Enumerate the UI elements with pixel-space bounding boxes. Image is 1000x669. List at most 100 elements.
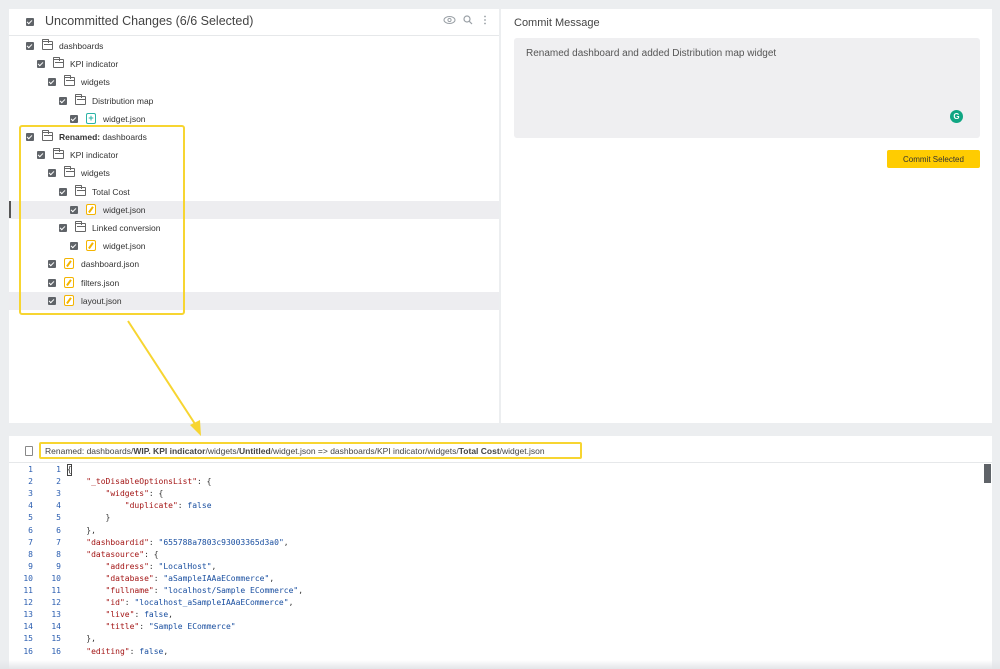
file-path: Renamed: dashboards/WIP. KPI indicator/w… <box>45 446 545 456</box>
bottom-fade <box>0 660 1000 669</box>
code-line: 1 1{ <box>9 464 984 476</box>
tree-row[interactable]: widgets <box>9 73 499 91</box>
tree-row-label: widget.json <box>103 113 146 124</box>
code-line: 6 6 }, <box>9 525 984 537</box>
code-text: "editing": false, <box>86 646 169 656</box>
commit-message-title: Commit Message <box>514 17 600 29</box>
code-text: "dashboardid": "655788a7803c93003365d3a0… <box>86 537 289 547</box>
code-line: 11 11 "fullname": "localhost/Sample EComm… <box>9 585 984 597</box>
code-text: }, <box>67 634 96 644</box>
code-line: 2 2 "_toDisableOptionsList": { <box>9 476 984 488</box>
folder-icon <box>42 39 53 50</box>
folder-icon <box>64 75 75 87</box>
old-line-number: 1 <box>28 465 33 474</box>
old-line-number: 12 <box>23 598 33 608</box>
search-icon[interactable] <box>463 15 473 29</box>
tree-row-label: KPI indicator <box>70 59 119 70</box>
code-line: 15 15 }, <box>9 633 984 645</box>
code-text: "database": "aSampleIAAaECommerce", <box>105 573 275 583</box>
folder-icon <box>53 57 64 69</box>
file-added-icon: + <box>86 112 96 124</box>
active-row-indicator <box>9 201 11 218</box>
diff-viewer: Renamed: dashboards/WIP. KPI indicator/w… <box>9 436 992 669</box>
code-line: 13 13 "live": false, <box>9 609 984 621</box>
old-line-number: 15 <box>23 634 33 644</box>
folder-icon <box>75 93 86 105</box>
new-line-number: 13 <box>51 610 61 620</box>
old-line-number: 5 <box>28 513 33 523</box>
old-line-number: 14 <box>23 622 33 632</box>
new-line-number: 15 <box>51 634 61 644</box>
code-text: "duplicate": false <box>124 501 212 511</box>
tree-row-label: dashboards <box>59 41 104 51</box>
code-line: 10 10 "database": "aSampleIAAaECommerce", <box>9 573 984 585</box>
code-text: }, <box>67 525 96 535</box>
old-line-number: 8 <box>28 549 33 559</box>
row-checkbox[interactable] <box>59 96 67 105</box>
old-line-number: 4 <box>28 501 33 511</box>
scrollbar[interactable] <box>984 464 991 483</box>
tree-row[interactable]: KPI indicator <box>9 55 499 73</box>
code-text: "widgets": { <box>105 489 164 499</box>
row-checkbox[interactable] <box>26 42 34 50</box>
document-icon <box>25 446 33 456</box>
new-line-number: 4 <box>56 501 61 511</box>
code-line: 14 14 "title": "Sample ECommerce" <box>9 621 984 633</box>
new-line-number: 3 <box>56 489 61 499</box>
tree-row-label: widgets <box>81 77 110 88</box>
new-line-number: 16 <box>51 646 61 656</box>
row-checkbox[interactable] <box>48 78 56 87</box>
commit-message-input[interactable] <box>514 38 980 138</box>
code-text: "id": "localhost_aSampleIAAaECommerce", <box>105 598 294 608</box>
more-vertical-icon[interactable] <box>483 15 487 29</box>
code-line: 9 9 "address": "LocalHost", <box>9 561 984 573</box>
code-text: } <box>67 513 111 523</box>
code-view[interactable]: 1 1{2 2 "_toDisableOptionsList": {3 3 "widg… <box>9 464 984 669</box>
row-checkbox[interactable] <box>70 114 78 123</box>
old-line-number: 7 <box>28 537 33 547</box>
old-line-number: 9 <box>28 561 33 571</box>
old-line-number: 10 <box>23 573 33 583</box>
code-text: "title": "Sample ECommerce" <box>105 622 236 632</box>
code-line: 4 4 "duplicate": false <box>9 500 984 512</box>
grammarly-icon[interactable]: G <box>950 110 963 123</box>
new-line-number: 10 <box>51 573 61 583</box>
new-line-number: 1 <box>56 465 61 474</box>
new-line-number: 9 <box>56 561 61 571</box>
old-line-number: 16 <box>23 646 33 656</box>
text-cursor <box>67 464 72 476</box>
code-text: "fullname": "localhost/Sample ECommerce"… <box>105 586 304 595</box>
code-line: 12 12 "id": "localhost_aSampleIAAaECommer… <box>9 597 984 609</box>
code-line: 3 3 "widgets": { <box>9 488 984 500</box>
file-path-highlight: Renamed: dashboards/WIP. KPI indicator/w… <box>39 442 582 459</box>
old-line-number: 11 <box>23 586 33 595</box>
select-all-checkbox[interactable] <box>26 18 34 26</box>
new-line-number: 2 <box>56 477 61 487</box>
row-checkbox[interactable] <box>37 60 45 69</box>
new-line-number: 14 <box>51 622 61 632</box>
new-line-number: 12 <box>51 598 61 608</box>
old-line-number: 6 <box>28 525 33 535</box>
tree-row[interactable]: Distribution map <box>9 92 499 110</box>
changes-title: Uncommitted Changes (6/6 Selected) <box>45 14 254 28</box>
new-line-number: 5 <box>56 513 61 523</box>
old-line-number: 2 <box>28 477 33 487</box>
code-line: 5 5 } <box>9 512 984 524</box>
tree-row-label: Distribution map <box>92 95 154 106</box>
eye-icon[interactable] <box>443 15 456 29</box>
tree-row[interactable]: dashboards <box>9 37 499 55</box>
code-text: "address": "LocalHost", <box>105 561 217 571</box>
diff-file-bar: Renamed: dashboards/WIP. KPI indicator/w… <box>9 436 992 463</box>
code-line: 7 7 "dashboardid": "655788a7803c93003365d… <box>9 537 984 549</box>
new-line-number: 11 <box>51 586 61 595</box>
code-line: 16 16 "editing": false, <box>9 646 984 658</box>
commit-selected-button[interactable]: Commit Selected <box>887 150 980 168</box>
commit-panel: Commit Message G Commit Selected <box>501 9 992 423</box>
new-line-number: 7 <box>56 537 61 547</box>
code-line: 8 8 "datasource": { <box>9 549 984 561</box>
old-line-number: 3 <box>28 489 33 499</box>
code-text: "datasource": { <box>86 549 159 559</box>
code-text: "live": false, <box>105 610 173 620</box>
new-line-number: 6 <box>56 525 61 535</box>
old-line-number: 13 <box>23 610 33 620</box>
